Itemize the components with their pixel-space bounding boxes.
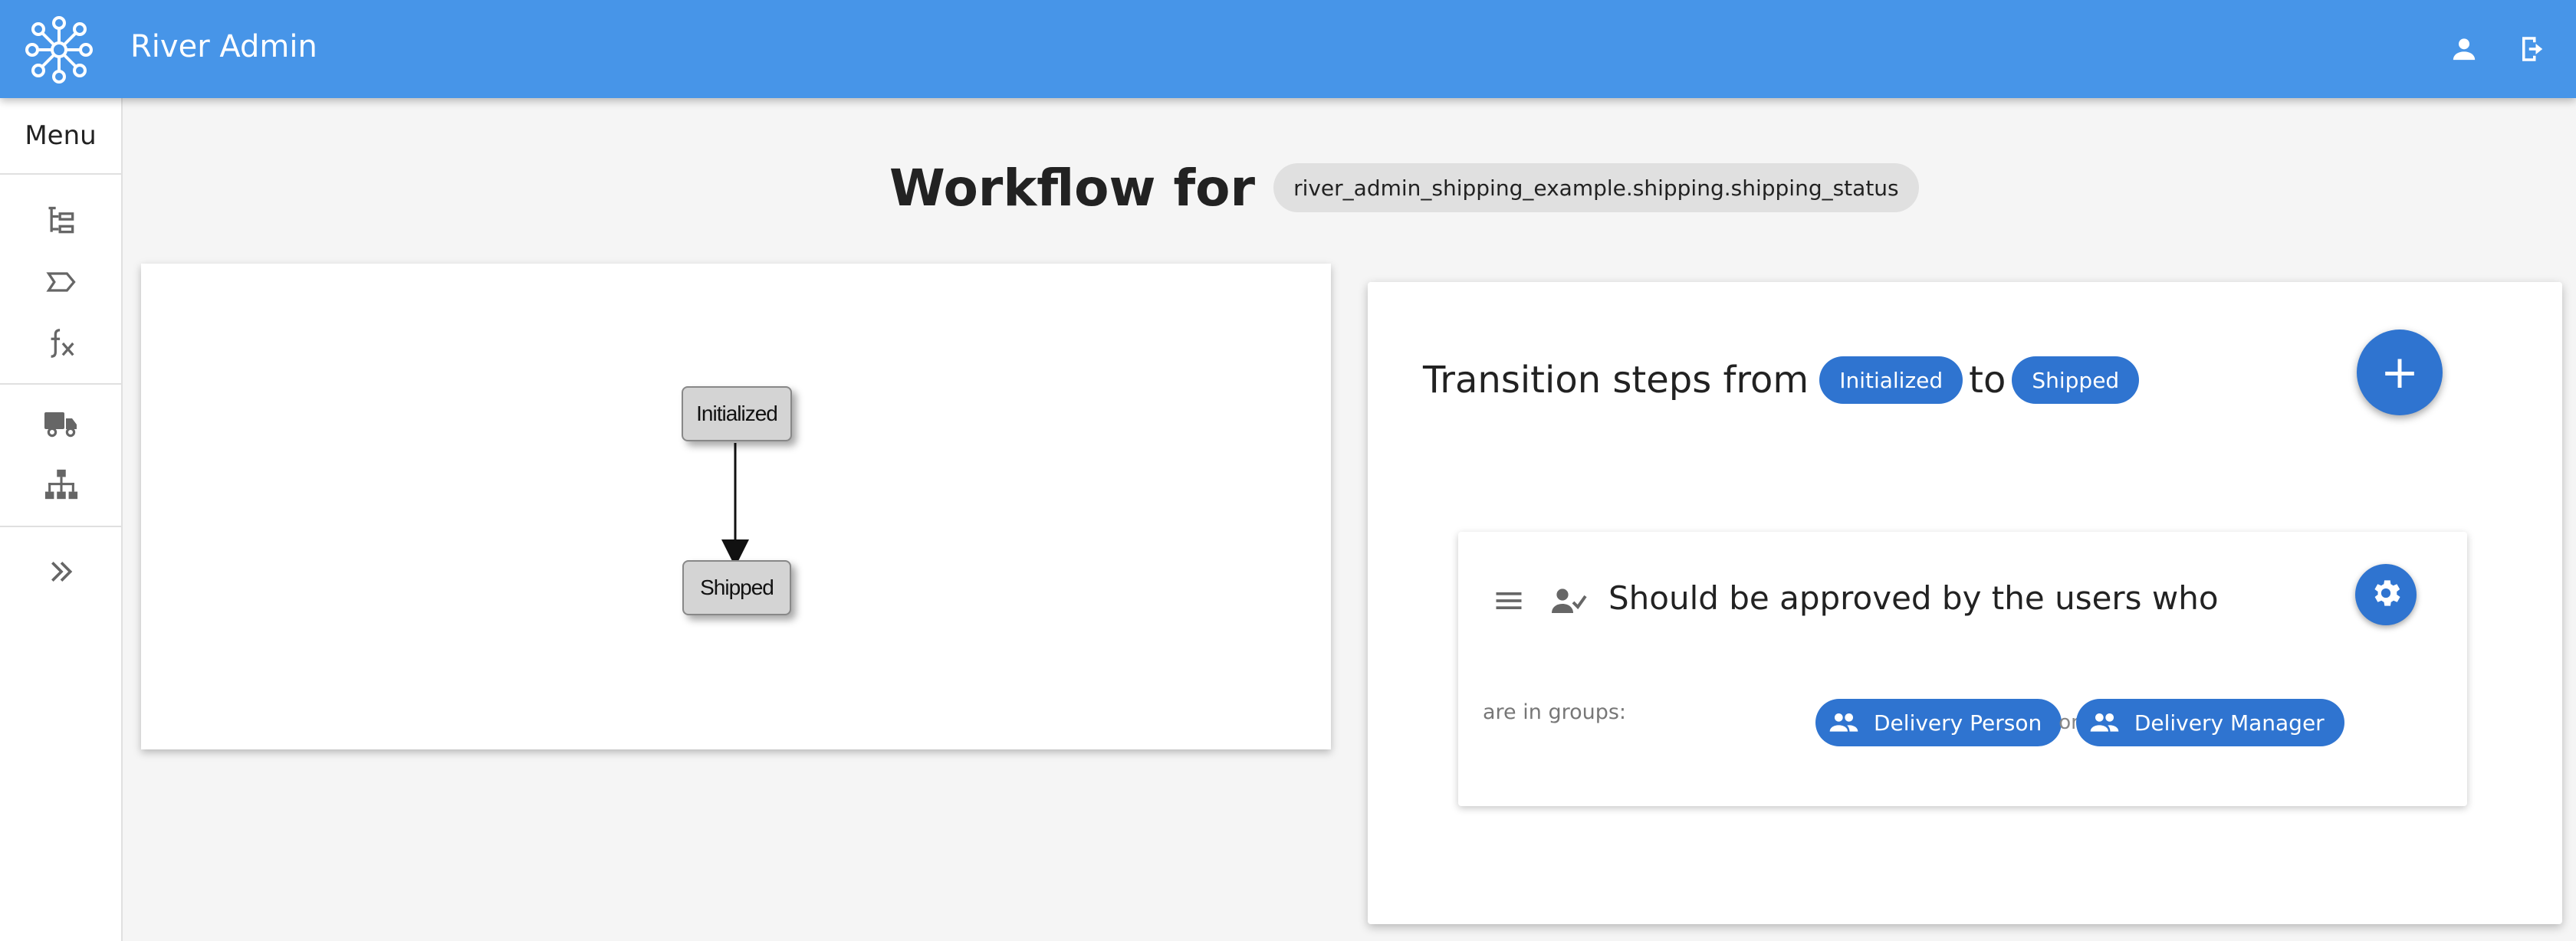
account-icon[interactable] [2444, 29, 2484, 69]
tree-structure-icon [44, 204, 78, 241]
plus-icon: + [2380, 346, 2420, 399]
group-icon [2087, 705, 2122, 740]
label-arrow-icon [44, 265, 78, 303]
logout-icon[interactable] [2513, 29, 2553, 69]
diagram-edges [721, 443, 749, 567]
sidebar-item-states[interactable] [0, 253, 123, 314]
destination-state-chip[interactable]: Shipped [2012, 356, 2140, 404]
gear-icon [2368, 575, 2404, 615]
sidebar-item-hierarchy[interactable] [0, 455, 123, 516]
sidebar-item-shipping[interactable] [0, 394, 123, 455]
sidebar: Menu [0, 98, 123, 941]
function-icon [44, 326, 79, 365]
transition-panel: Transition steps from Initialized to Shi… [1368, 282, 2562, 924]
approval-step-card: Should be approved by the users who are … [1458, 532, 2467, 806]
drag-handle-icon[interactable] [1492, 584, 1526, 618]
source-state-chip[interactable]: Initialized [1819, 356, 1963, 404]
state-node-initialized[interactable]: Initialized [682, 386, 792, 441]
transition-heading: Transition steps from Initialized to Shi… [1423, 352, 2140, 408]
group-name: Delivery Person [1874, 710, 2042, 736]
workflow-diagram: Initialized Shipped [141, 264, 1331, 749]
add-step-button[interactable]: + [2357, 330, 2443, 415]
state-node-shipped[interactable]: Shipped [682, 560, 791, 615]
sidebar-item-functions[interactable] [0, 314, 123, 375]
app-bar: River Admin [0, 0, 2576, 98]
app-title: River Admin [130, 29, 317, 64]
sidebar-item-workflows[interactable] [0, 192, 123, 253]
river-logo-icon[interactable] [25, 15, 94, 84]
group-name: Delivery Manager [2134, 710, 2325, 736]
sitemap-icon [44, 467, 79, 506]
group-chips: Delivery Person or Delivery Manager [1815, 699, 2344, 746]
group-chip-delivery-manager[interactable]: Delivery Manager [2075, 699, 2344, 746]
group-chip-delivery-person[interactable]: Delivery Person [1815, 699, 2062, 746]
sidebar-expand-button[interactable] [0, 543, 123, 604]
step-settings-button[interactable] [2355, 564, 2417, 625]
page-title: Workflow for [889, 158, 1256, 218]
group-icon [1826, 705, 1861, 740]
transition-connector: to [1969, 359, 2006, 402]
groups-label: are in groups: [1483, 700, 1627, 724]
expand-double-chevron-icon [46, 556, 77, 591]
page-heading: Workflow for river_admin_shipping_exampl… [889, 153, 1919, 222]
sidebar-menu-label: Menu [25, 120, 97, 151]
users-approve-icon [1549, 582, 1589, 619]
truck-icon [43, 405, 80, 445]
step-title: Should be approved by the users who [1608, 579, 2219, 617]
transition-heading-prefix: Transition steps from [1423, 359, 1809, 402]
workflow-id-chip: river_admin_shipping_example.shipping.sh… [1273, 163, 1919, 212]
